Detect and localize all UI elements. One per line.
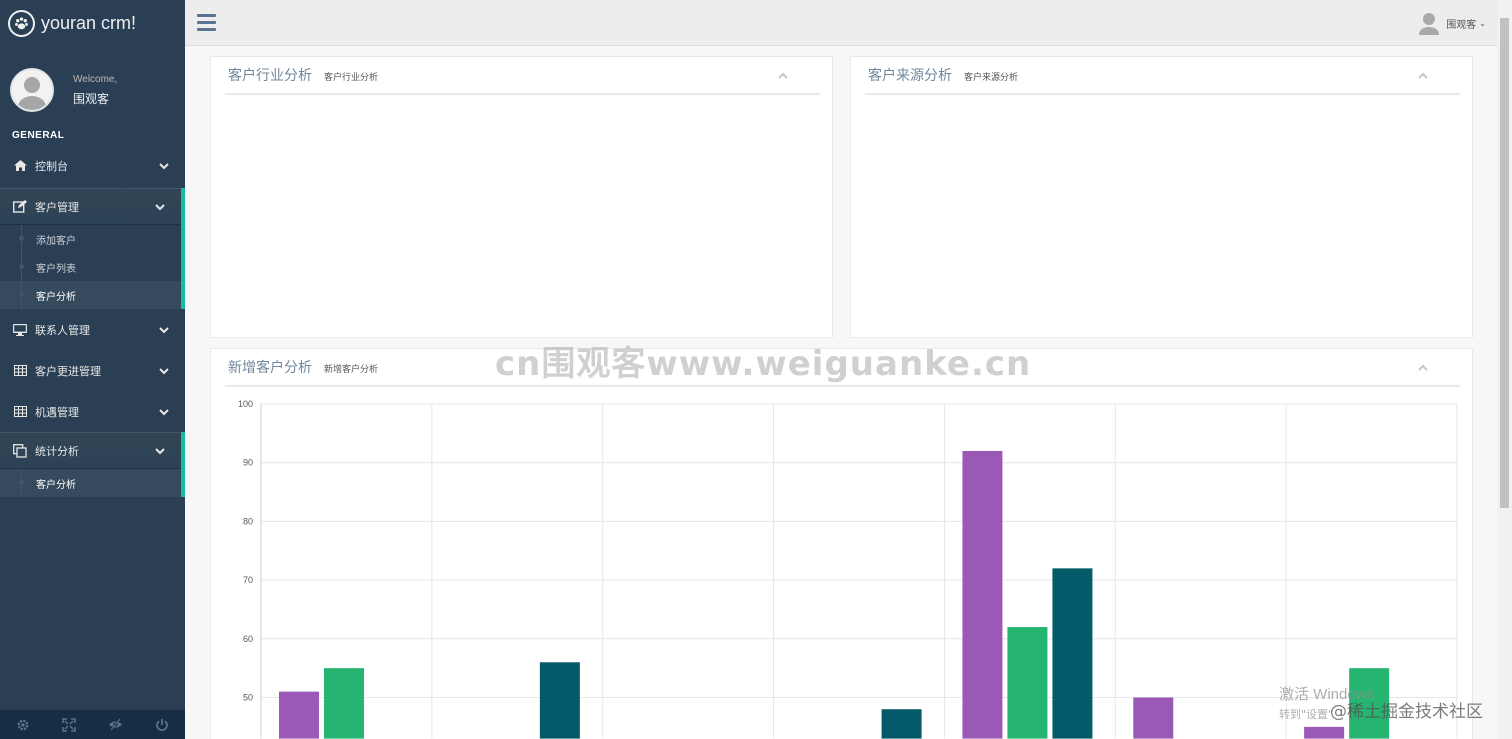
customers-submenu: 添加客户 客户列表 客户分析 [0,225,185,309]
new-customer-bar-chart: 50 60 70 80 90 100 [238,399,1458,739]
panel-subtitle: 客户行业分析 [324,73,379,83]
industry-analysis-panel: 客户行业分析 客户行业分析 [210,56,833,338]
fullscreen-icon[interactable] [46,710,92,739]
sidebar-item-label: 客户更进管理 [35,364,101,378]
sidebar-subitem-stats-customer-analysis[interactable]: 客户分析 [0,469,181,497]
sidebar-item-label: 联系人管理 [35,323,90,337]
chart-bar [1349,668,1390,739]
chevron-down-icon [159,367,169,374]
top-nav: 围观客 ⌄ [185,0,1497,46]
sidebar-item-label: 控制台 [35,159,68,173]
sidebar-subitem-add-customer[interactable]: 添加客户 [0,225,181,253]
chart-bar [279,691,319,739]
page-scrollbar[interactable] [1497,0,1512,739]
panel-header: 客户行业分析 客户行业分析 [225,57,820,95]
sidebar-menu: 控制台 客户管理 添加客户 客户列表 客户分析 联系人管理 客户更进管理 机遇管… [0,145,185,497]
profile-username: 围观客 [73,91,110,106]
y-tick-label: 60 [243,634,253,644]
panel-title: 客户行业分析 [228,68,312,84]
scrollbar-thumb[interactable] [1500,18,1509,508]
y-tick-label: 90 [243,458,253,468]
chart-bar [324,668,364,739]
chevron-down-icon [159,162,169,169]
chart-bar [539,662,580,739]
sidebar-item-followup[interactable]: 客户更进管理 [0,350,185,391]
sidebar-item-statistics[interactable]: 统计分析 [0,432,185,469]
y-tick-label: 100 [238,399,253,409]
chart-bar [1133,697,1174,739]
chevron-up-icon[interactable] [778,72,788,80]
user-name: 围观客 [1446,19,1477,31]
chart-bar [1052,568,1093,739]
sidebar-footer [0,710,185,739]
desktop-icon [12,323,28,337]
profile: Welcome, 围观客 [0,54,185,126]
y-tick-label: 50 [243,693,253,703]
chart-bar [881,709,922,739]
paw-icon [8,9,35,37]
edit-icon [12,200,28,214]
avatar[interactable] [10,68,54,112]
user-avatar-icon [1419,13,1440,35]
caret-down-icon: ⌄ [1479,18,1486,28]
chevron-down-icon [159,408,169,415]
sidebar-item-label: 客户管理 [35,200,79,214]
new-customer-analysis-panel: 新增客户分析 新增客户分析 50 60 70 80 90 100 [210,348,1473,739]
table-icon [12,405,28,419]
panel-subtitle: 客户来源分析 [964,73,1019,83]
sidebar: youran crm! Welcome, 围观客 GENERAL 控制台 客户管… [0,0,185,739]
settings-icon[interactable] [0,710,46,739]
section-title: GENERAL [12,130,65,141]
sidebar-subitem-customer-list[interactable]: 客户列表 [0,253,181,281]
sidebar-subitem-customer-analysis[interactable]: 客户分析 [0,281,181,309]
panel-title: 客户来源分析 [868,68,952,84]
power-icon[interactable] [139,710,185,739]
y-tick-label: 80 [243,516,253,526]
chevron-down-icon [155,447,165,454]
menu-toggle-icon[interactable] [197,14,216,31]
chevron-up-icon[interactable] [1418,72,1428,80]
user-dropdown[interactable]: 围观客 ⌄ [1418,11,1486,35]
statistics-submenu: 客户分析 [0,469,185,497]
home-icon [12,159,28,173]
sidebar-item-customers[interactable]: 客户管理 [0,188,185,225]
chevron-down-icon [155,203,165,210]
sidebar-item-opportunities[interactable]: 机遇管理 [0,391,185,432]
chevron-down-icon [159,326,169,333]
copy-icon [12,443,28,458]
welcome-text: Welcome, [73,73,118,85]
sidebar-item-dashboard[interactable]: 控制台 [0,145,185,186]
panel-header: 客户来源分析 客户来源分析 [865,57,1460,95]
source-analysis-panel: 客户来源分析 客户来源分析 [850,56,1473,338]
chart-bar [1304,726,1345,739]
brand-name: youran crm! [41,12,137,33]
chart-bar [962,450,1003,739]
sidebar-item-label: 机遇管理 [35,405,79,419]
sidebar-item-contacts[interactable]: 联系人管理 [0,309,185,350]
y-tick-label: 70 [243,575,253,585]
table-icon [12,364,28,378]
brand[interactable]: youran crm! [0,0,185,46]
sidebar-item-label: 统计分析 [35,444,79,458]
eye-slash-icon[interactable] [93,710,139,739]
chart-bar [1007,627,1048,739]
